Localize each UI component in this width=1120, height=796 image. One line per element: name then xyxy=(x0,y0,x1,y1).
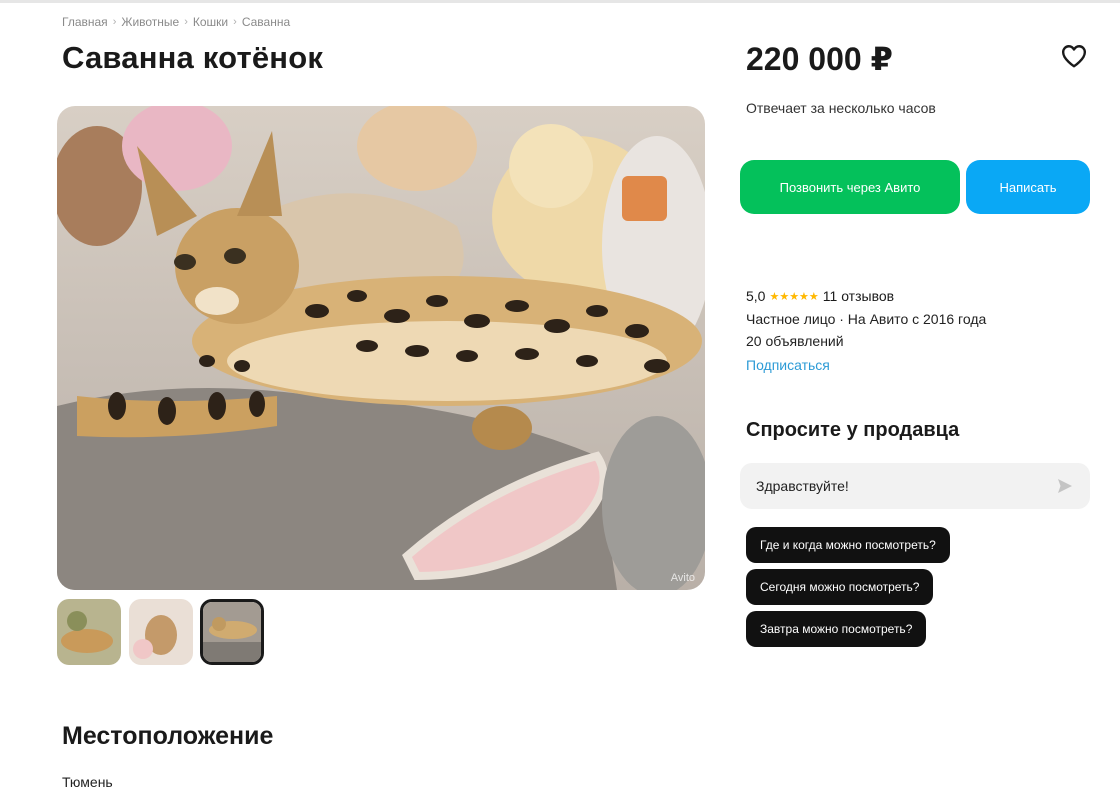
avito-watermark: Avito xyxy=(670,572,695,584)
reviews-count: 11 отзывов xyxy=(822,288,895,304)
rating-value: 5,0 xyxy=(746,288,766,304)
location-city: Тюмень xyxy=(62,774,113,790)
call-via-avito-button[interactable]: Позвонить через Авито xyxy=(740,160,960,214)
cat-photo-image xyxy=(57,106,705,590)
seller-ads-count[interactable]: 20 объявлений xyxy=(746,333,844,349)
listing-title: Саванна котёнок xyxy=(62,40,324,75)
breadcrumb-separator: › xyxy=(184,16,188,28)
breadcrumb-savannah[interactable]: Саванна xyxy=(242,15,290,29)
heart-icon xyxy=(1061,45,1087,68)
message-input[interactable] xyxy=(756,478,1046,494)
breadcrumb-separator: › xyxy=(112,16,117,28)
thumbnail-image xyxy=(129,599,193,665)
ask-seller-title: Спросите у продавца xyxy=(746,419,960,441)
main-photo[interactable]: Avito xyxy=(57,106,705,590)
thumbnail-image xyxy=(203,602,261,662)
breadcrumb-home[interactable]: Главная xyxy=(62,15,108,29)
location-title: Местоположение xyxy=(62,722,274,750)
write-message-button[interactable]: Написать xyxy=(966,160,1090,214)
breadcrumb-separator: › xyxy=(233,16,237,28)
seller-rating[interactable]: 5,0 ★★★★★ 11 отзывов xyxy=(746,288,894,304)
quick-question-where-when[interactable]: Где и когда можно посмотреть? xyxy=(746,527,950,563)
favorite-button[interactable] xyxy=(1058,40,1090,72)
send-icon[interactable] xyxy=(1056,477,1074,500)
star-icon: ★★★★★ xyxy=(769,290,819,303)
subscribe-link[interactable]: Подписаться xyxy=(746,357,830,373)
quick-question-tomorrow[interactable]: Завтра можно посмотреть? xyxy=(746,611,927,647)
thumbnail-image xyxy=(57,599,121,665)
photo-thumbnail-selected[interactable] xyxy=(200,599,264,665)
seller-type: Частное лицо · На Авито с 2016 года xyxy=(746,311,987,327)
photo-thumbnail[interactable] xyxy=(57,599,121,665)
top-border xyxy=(0,0,1120,3)
quick-question-today[interactable]: Сегодня можно посмотреть? xyxy=(746,569,934,605)
breadcrumb-animals[interactable]: Животные xyxy=(121,15,179,29)
photo-thumbnail[interactable] xyxy=(129,599,193,665)
breadcrumb-cats[interactable]: Кошки xyxy=(193,15,228,29)
message-box xyxy=(740,463,1090,509)
reply-time: Отвечает за несколько часов xyxy=(746,100,936,116)
breadcrumb: Главная › Животные › Кошки › Саванна xyxy=(62,15,290,29)
listing-price: 220 000 ₽ xyxy=(746,41,893,77)
